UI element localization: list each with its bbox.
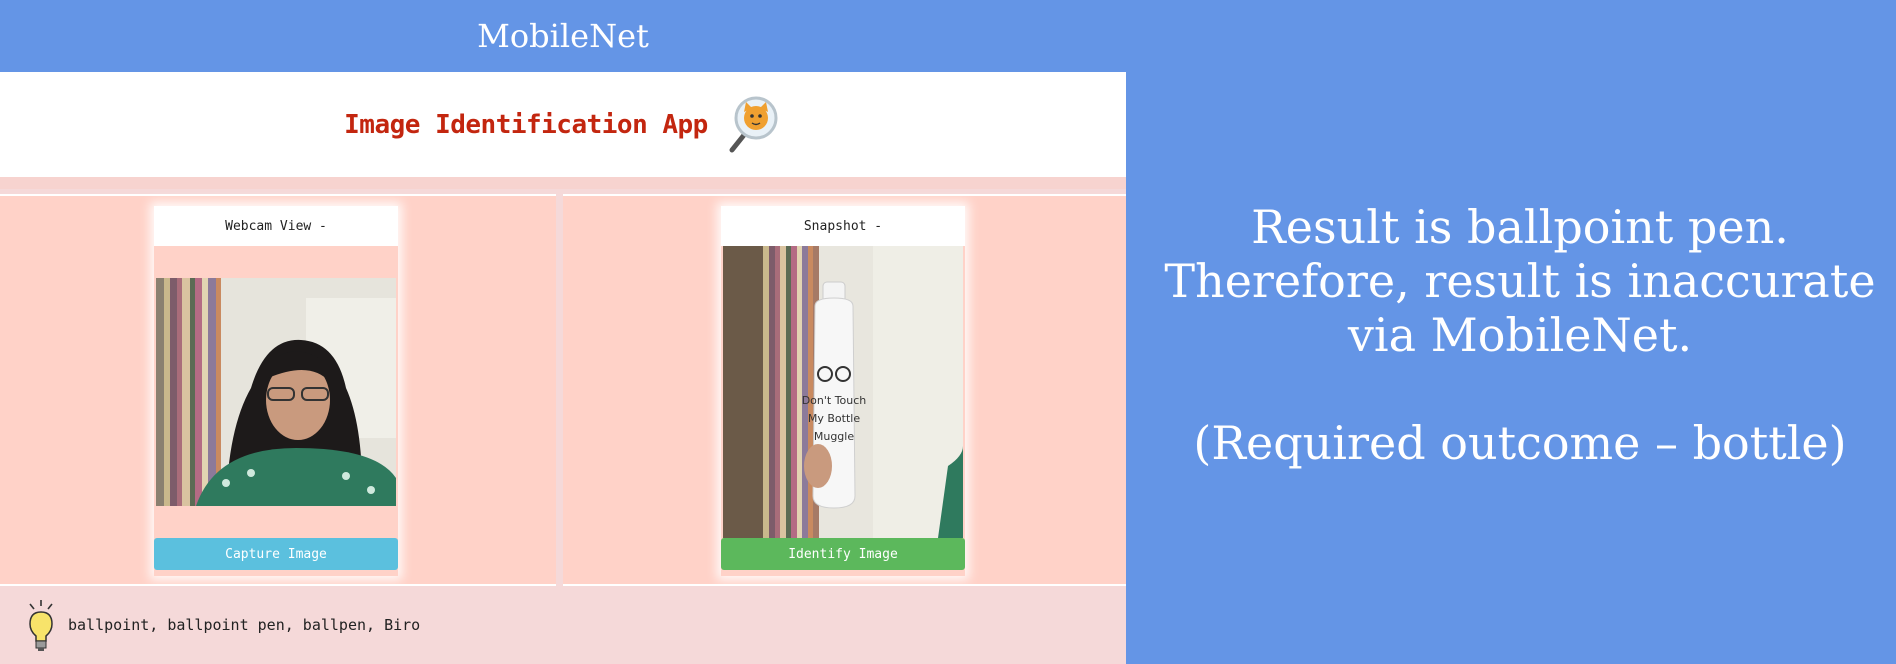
header-divider: [0, 177, 1126, 189]
lightbulb-icon: [29, 600, 53, 651]
svg-text:Don't Touch: Don't Touch: [802, 394, 867, 407]
app-title: Image Identification App: [344, 109, 708, 140]
snapshot-heading: Snapshot -: [721, 206, 965, 246]
app-header: Image Identification App: [0, 72, 1126, 177]
snapshot-card: Snapshot - Don't Touch My Bottle Muggle …: [721, 206, 965, 576]
caption-line: (Required outcome – bottle): [1193, 416, 1847, 470]
caption-block: Result is ballpoint pen. Therefore, resu…: [1140, 200, 1896, 470]
snapshot-image: Don't Touch My Bottle Muggle: [723, 246, 963, 538]
webcam-panel: Webcam View - Capture Image: [0, 194, 556, 586]
webcam-heading: Webcam View -: [154, 206, 398, 246]
identify-image-button[interactable]: Identify Image: [721, 538, 965, 570]
app-container: Image Identification App Webcam View - C…: [0, 72, 1126, 664]
webcam-card: Webcam View - Capture Image: [154, 206, 398, 576]
window-title: MobileNet: [477, 17, 649, 55]
snapshot-panel: Snapshot - Don't Touch My Bottle Muggle …: [563, 194, 1126, 586]
webcam-video: [156, 278, 396, 506]
caption-line: via MobileNet.: [1347, 308, 1693, 362]
svg-text:My Bottle: My Bottle: [808, 412, 860, 425]
caption-line: Therefore, result is inaccurate: [1164, 254, 1876, 308]
magnifier-cat-icon: [729, 96, 778, 152]
capture-image-button[interactable]: Capture Image: [154, 538, 398, 570]
svg-text:Muggle: Muggle: [814, 430, 854, 443]
caption-line: Result is ballpoint pen.: [1251, 200, 1789, 254]
result-bar: ballpoint, ballpoint pen, ballpen, Biro: [0, 586, 1126, 664]
prediction-result: ballpoint, ballpoint pen, ballpen, Biro: [68, 616, 421, 634]
